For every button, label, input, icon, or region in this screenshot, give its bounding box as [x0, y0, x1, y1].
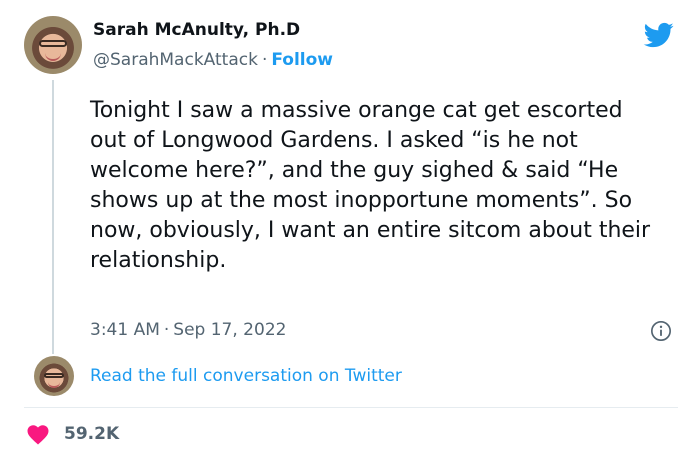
author-handle-row: @SarahMackAttack · Follow: [93, 50, 333, 70]
timestamp-separator: ·: [163, 320, 170, 340]
handle-separator: ·: [261, 50, 268, 70]
thread-line: [52, 80, 54, 354]
tweet-date[interactable]: Sep 17, 2022: [173, 320, 286, 340]
tweet-text: Tonight I saw a massive orange cat get e…: [90, 98, 651, 273]
avatar-smile: [48, 382, 60, 388]
info-icon[interactable]: [650, 320, 672, 342]
tweet-time[interactable]: 3:41 AM: [90, 320, 160, 340]
author-name[interactable]: Sarah McAnulty, Ph.D: [93, 20, 300, 40]
avatar-glasses: [44, 372, 64, 378]
tweet-timestamp[interactable]: 3:41 AM · Sep 17, 2022: [90, 320, 286, 340]
avatar-glasses: [39, 40, 67, 48]
avatar-smile: [44, 53, 62, 61]
heart-icon[interactable]: [26, 423, 50, 445]
author-avatar[interactable]: [24, 16, 82, 74]
like-count[interactable]: 59.2K: [64, 424, 119, 444]
author-handle[interactable]: @SarahMackAttack: [93, 50, 258, 70]
follow-button[interactable]: Follow: [271, 50, 333, 70]
read-conversation-link[interactable]: Read the full conversation on Twitter: [90, 366, 402, 386]
divider: [24, 407, 678, 408]
conversation-avatar[interactable]: [34, 356, 74, 396]
twitter-bird-icon[interactable]: [641, 20, 677, 50]
